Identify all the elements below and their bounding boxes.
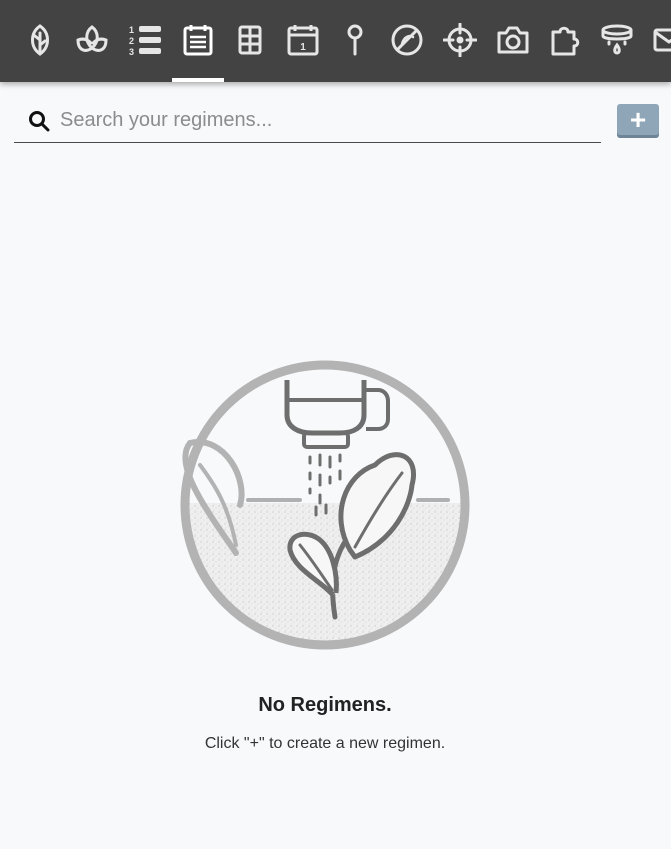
tab-farmware[interactable] xyxy=(227,16,275,64)
calendar-list-icon xyxy=(183,25,213,56)
search-bar xyxy=(14,98,601,143)
empty-state-description: Click "+" to create a new regimen. xyxy=(204,735,446,752)
puzzle-piece-icon xyxy=(551,26,580,56)
svg-text:1: 1 xyxy=(300,42,306,53)
tab-tools[interactable] xyxy=(593,16,641,64)
empty-state-illustration xyxy=(180,360,470,650)
watering-nozzle-icon xyxy=(601,24,633,55)
tab-messages[interactable] xyxy=(645,16,671,64)
tab-groups[interactable] xyxy=(68,16,116,64)
empty-state-title: No Regimens. xyxy=(258,694,392,716)
svg-text:1: 1 xyxy=(129,25,134,35)
tab-controls[interactable] xyxy=(436,16,484,64)
tab-regimens[interactable] xyxy=(172,16,224,82)
tab-photos[interactable] xyxy=(489,16,537,64)
tab-plants[interactable] xyxy=(16,16,64,64)
tab-points[interactable] xyxy=(331,16,379,64)
leaf-icon xyxy=(31,24,49,56)
top-navigation-bar: 1 2 3 1 xyxy=(0,0,671,82)
svg-text:2: 2 xyxy=(129,36,134,46)
crosshair-icon xyxy=(443,23,477,57)
double-leaf-icon xyxy=(76,25,108,52)
tab-sequences[interactable]: 1 2 3 xyxy=(121,16,169,64)
no-weed-icon xyxy=(391,24,423,56)
envelope-icon xyxy=(653,28,671,52)
tab-events[interactable]: 1 xyxy=(279,16,327,64)
calendar-day-icon: 1 xyxy=(287,25,319,56)
search-input[interactable] xyxy=(58,104,592,136)
grid-icon xyxy=(238,25,262,55)
add-regimen-button[interactable]: + xyxy=(617,104,659,135)
add-button-label: + xyxy=(629,103,647,135)
search-icon xyxy=(29,111,50,132)
tab-plugins[interactable] xyxy=(541,16,589,64)
numbered-list-icon: 1 2 3 xyxy=(129,25,161,57)
active-tab-indicator xyxy=(172,78,224,82)
map-pin-icon xyxy=(347,24,363,56)
camera-icon xyxy=(497,26,529,54)
svg-text:3: 3 xyxy=(129,47,134,57)
tab-weeds[interactable] xyxy=(383,16,431,64)
